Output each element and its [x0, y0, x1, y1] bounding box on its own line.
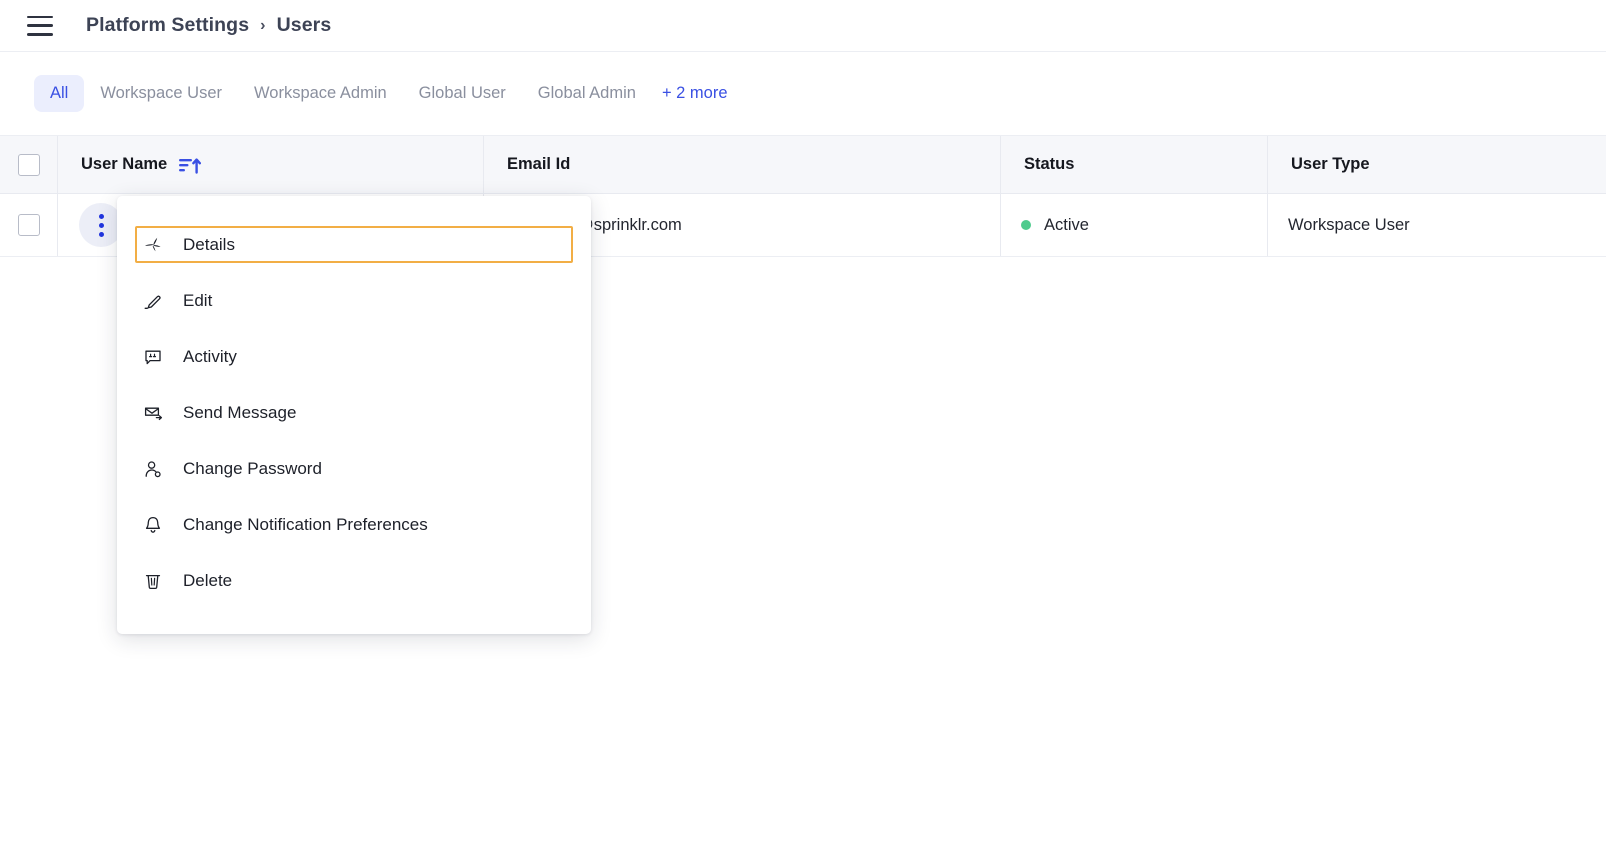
- menu-item-change-password[interactable]: Change Password: [135, 450, 573, 487]
- dot: [98, 231, 104, 237]
- tab-all[interactable]: All: [34, 75, 85, 112]
- select-all-checkbox-cell: [0, 136, 58, 193]
- top-header-bar: Platform Settings › Users: [0, 0, 1606, 52]
- menu-item-label: Change Notification Preferences: [183, 514, 428, 534]
- column-header-status[interactable]: Status: [1001, 136, 1268, 193]
- row-select-checkbox[interactable]: [17, 214, 40, 236]
- status-dot-icon: [1021, 220, 1031, 230]
- column-header-user-name[interactable]: User Name: [58, 136, 484, 193]
- column-header-label: Status: [1024, 155, 1075, 173]
- menu-item-label: Send Message: [183, 402, 297, 422]
- column-header-email-id[interactable]: Email Id: [484, 136, 1001, 193]
- menu-item-delete[interactable]: Delete: [135, 562, 573, 599]
- table-header-row: User Name Email Id Status User Type: [0, 136, 1606, 194]
- menu-item-details[interactable]: Details: [135, 226, 573, 263]
- user-key-icon: [141, 457, 165, 481]
- menu-item-change-notification-preferences[interactable]: Change Notification Preferences: [135, 506, 573, 543]
- breadcrumb-parent[interactable]: Platform Settings: [86, 14, 249, 37]
- tab-global-user[interactable]: Global User: [403, 75, 522, 112]
- dot: [98, 213, 104, 219]
- pencil-icon: [141, 289, 165, 313]
- status-badge: Active: [1044, 215, 1089, 234]
- breadcrumb: Platform Settings › Users: [86, 14, 331, 37]
- chevron-right-icon: ›: [260, 16, 266, 34]
- row-actions-context-menu: Details Edit Activity Send Message Chang…: [117, 196, 591, 634]
- column-header-label: User Type: [1291, 155, 1370, 173]
- quote-bubble-icon: [141, 345, 165, 369]
- hamburger-bar: [27, 24, 53, 27]
- users-settings-page: Platform Settings › Users All Workspace …: [0, 0, 1606, 842]
- sort-ascending-icon[interactable]: [179, 156, 202, 174]
- menu-item-label: Activity: [183, 346, 237, 366]
- breadcrumb-current[interactable]: Users: [277, 14, 332, 37]
- tab-global-admin[interactable]: Global Admin: [522, 75, 652, 112]
- column-header-user-type[interactable]: User Type: [1268, 136, 1606, 193]
- menu-item-label: Delete: [183, 570, 233, 590]
- envelope-send-icon: [141, 401, 165, 425]
- tab-workspace-admin[interactable]: Workspace Admin: [238, 75, 403, 112]
- menu-item-label: Details: [183, 234, 235, 254]
- menu-item-label: Edit: [183, 290, 213, 310]
- cell-user-type: Workspace User: [1268, 194, 1606, 256]
- hamburger-icon[interactable]: [27, 15, 53, 36]
- bell-icon: [141, 513, 165, 537]
- cell-status: Active: [1001, 194, 1268, 256]
- user-type-value: Workspace User: [1288, 215, 1410, 234]
- hamburger-bar: [27, 15, 53, 19]
- sparkle-icon: [141, 233, 165, 257]
- menu-item-edit[interactable]: Edit: [135, 282, 573, 319]
- menu-item-send-message[interactable]: Send Message: [135, 394, 573, 431]
- menu-item-activity[interactable]: Activity: [135, 338, 573, 375]
- dot: [98, 222, 104, 228]
- column-header-label: User Name: [81, 155, 168, 173]
- user-type-filter-tabs: All Workspace User Workspace Admin Globa…: [0, 52, 1606, 136]
- trash-icon: [141, 569, 165, 593]
- hamburger-bar: [27, 32, 53, 36]
- row-checkbox-cell: [0, 194, 58, 256]
- menu-item-label: Change Password: [183, 458, 322, 478]
- tabs-more-link[interactable]: + 2 more: [652, 75, 744, 112]
- column-header-label: Email Id: [507, 155, 571, 173]
- select-all-checkbox[interactable]: [17, 153, 40, 176]
- tab-workspace-user[interactable]: Workspace User: [84, 75, 238, 112]
